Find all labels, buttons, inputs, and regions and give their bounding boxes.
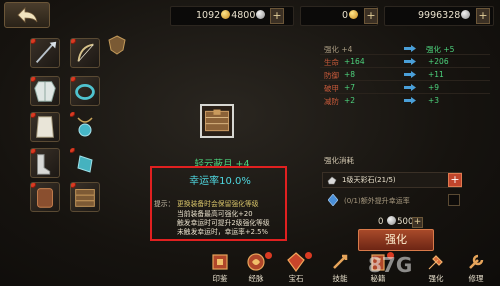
notification-dot (265, 252, 272, 259)
repair-icon (469, 254, 484, 269)
nav-label: 宝石 (288, 274, 304, 283)
bow-slot[interactable] (70, 38, 100, 68)
stat-current-pen: +7 (344, 83, 356, 92)
stat-current-def: +8 (344, 70, 356, 79)
arrow-right-icon (404, 97, 416, 104)
boots-slot[interactable] (30, 148, 60, 178)
arrow-right-icon (404, 58, 416, 65)
stat-next-hp: +206 (428, 57, 449, 66)
nav-label: 印鉴 (212, 274, 228, 283)
cape-icon (36, 116, 54, 138)
nav-label: 技能 (332, 274, 348, 283)
bow-icon (77, 43, 94, 62)
silver-coin-icon (256, 10, 266, 19)
currency3-amount: 9996328 (418, 10, 461, 21)
arrow-right-icon (404, 71, 416, 78)
bracer-icon (77, 155, 93, 173)
notification-dot (305, 252, 312, 259)
nav-label: 经脉 (248, 274, 264, 283)
enhance-screen: 1092 4800 + 0 + 9996328 + 轻云蔽月 +4 幸运率10.… (0, 0, 500, 286)
amulet-icon (77, 117, 93, 137)
nav-meridian[interactable]: 经脉 (238, 250, 274, 286)
consume-title: 强化消耗 (324, 156, 354, 165)
belt-icon (75, 189, 95, 207)
tip-line-4: 未触发幸运时，幸运率+2.5% (177, 228, 268, 236)
stat-next-def: +11 (428, 70, 444, 79)
belt-slot[interactable] (70, 182, 100, 212)
gold-coin-icon (221, 10, 231, 19)
add-coin-button[interactable]: + (412, 217, 423, 228)
silver-coin-icon (461, 10, 471, 19)
stat-current-reduce: +2 (344, 96, 356, 105)
gold-coin-icon (349, 10, 359, 19)
add-currency-button-1[interactable]: + (270, 8, 284, 24)
nav-label: 修理 (468, 274, 484, 283)
luck-gem-icon (328, 194, 338, 206)
svg-text:87G: 87G (368, 253, 412, 277)
arrow-right-icon (404, 84, 416, 91)
back-arrow-icon (17, 7, 38, 23)
silver-amount: 4800 (231, 10, 256, 21)
boots-icon (37, 154, 51, 175)
divider (320, 80, 490, 81)
gold-amount: 1092 (196, 10, 221, 21)
extra-slot[interactable] (106, 34, 128, 56)
back-button[interactable] (4, 2, 50, 28)
stat-next-pen: +9 (428, 83, 440, 92)
weapon-slot[interactable] (30, 38, 60, 68)
seal-icon (212, 254, 228, 270)
shield-icon (108, 35, 126, 55)
luck-boost-text: (0/1)额外提升幸运率 (344, 197, 410, 205)
robe-icon (34, 81, 56, 102)
nav-skill[interactable]: 技能 (322, 250, 358, 286)
stat-next-reduce: +3 (428, 96, 440, 105)
glove-icon (37, 188, 53, 208)
currency-display-3: 9996328 (418, 6, 471, 26)
tip-line-1: 更换装备时会保留强化等级 (177, 200, 259, 208)
nav-gem[interactable]: 宝石 (278, 250, 314, 286)
equipment-panel (18, 30, 138, 250)
site-watermark-logo: 87G (368, 253, 412, 277)
luck-boost-checkbox[interactable] (448, 194, 460, 206)
consume-material-text: 1级天彩石(21/5) (342, 176, 396, 184)
bottom-nav: 印鉴 经脉 宝石 技能 秘籍 强化 修理 (196, 250, 500, 286)
nav-seal[interactable]: 印鉴 (202, 250, 238, 286)
add-currency-button-2[interactable]: + (364, 8, 378, 24)
ring-icon (75, 84, 95, 100)
cost-prefix: 0 (378, 217, 384, 227)
nav-repair[interactable]: 修理 (458, 250, 494, 286)
add-currency-button-3[interactable]: + (476, 8, 490, 24)
tip-label: 提示： (154, 200, 175, 208)
stat-label-reduce: 减防 (324, 97, 339, 106)
bracer-slot[interactable] (70, 148, 100, 178)
add-material-button[interactable]: + (448, 173, 462, 187)
stat-current-hp: +164 (344, 57, 365, 66)
arrow-right-icon (404, 45, 416, 52)
belt-item-icon (205, 109, 229, 132)
selected-item-frame[interactable] (200, 104, 234, 138)
divider (320, 93, 490, 94)
currency2-amount: 0 (342, 10, 349, 21)
skill-icon (333, 254, 348, 269)
currency-display-2: 0 (342, 6, 359, 26)
silver-coin-icon (387, 216, 397, 225)
ring-slot[interactable] (70, 76, 100, 106)
stone-icon (327, 176, 337, 185)
cape-slot[interactable] (30, 112, 60, 142)
polearm-icon (35, 41, 57, 63)
glove-slot[interactable] (30, 182, 60, 212)
armor-slot[interactable] (30, 76, 60, 106)
divider (320, 54, 490, 55)
divider (320, 67, 490, 68)
currency-display-1: 1092 4800 (196, 6, 266, 26)
amulet-slot[interactable] (70, 112, 100, 142)
